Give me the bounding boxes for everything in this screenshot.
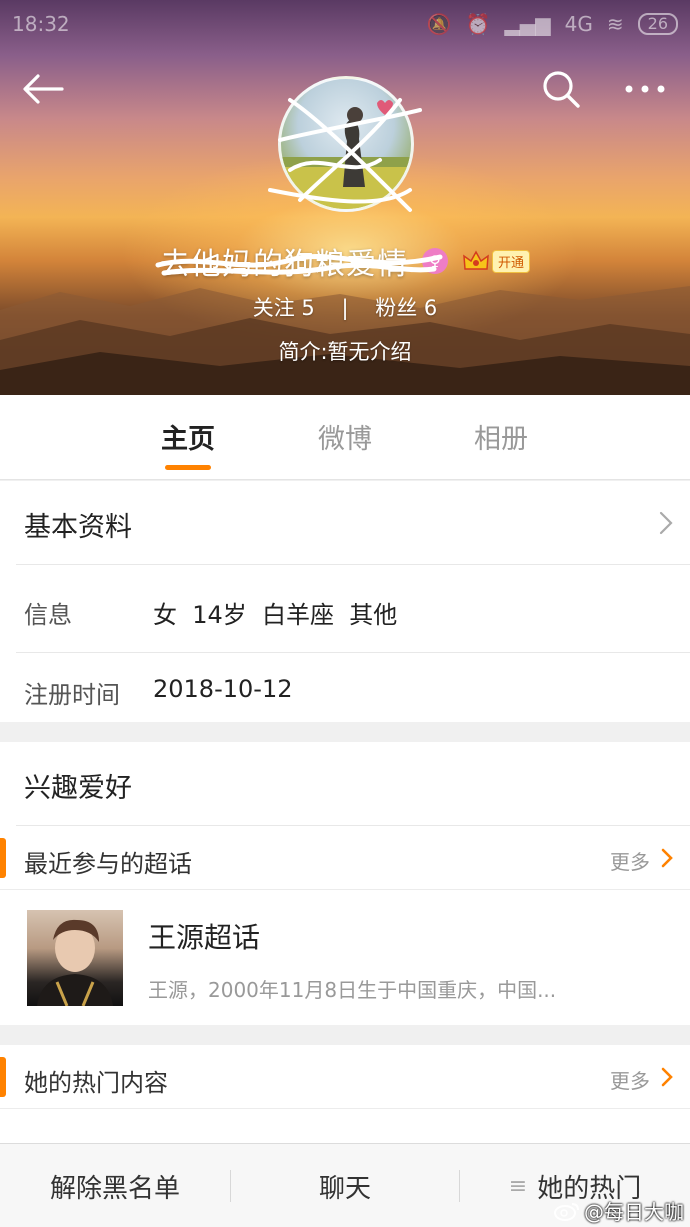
status-bar: 18:32 🔕 ⏰ ▂▄▆ 4G ≋ 26 <box>0 0 690 48</box>
alarm-icon: ⏰ <box>465 12 491 36</box>
tab-album[interactable]: 相册 <box>474 417 528 456</box>
stat-separator: | <box>341 296 349 320</box>
wifi-icon: ≋ <box>606 12 624 36</box>
menu-icon: ≡ <box>508 1173 528 1199</box>
super-topic-desc: 王源，2000年11月8日生于中国重庆，中国... <box>148 978 557 1002</box>
header-mountains <box>0 286 690 395</box>
avatar-scribble <box>268 98 422 212</box>
register-row: 注册时间 2018-10-12 <box>16 653 690 722</box>
basic-info-header[interactable]: 基本资料 <box>16 481 690 565</box>
interests-title: 兴趣爱好 <box>24 773 132 804</box>
section-accent-bar <box>0 1057 6 1097</box>
status-time: 18:32 <box>12 12 70 36</box>
super-topic-name[interactable]: 王源超话 <box>148 916 260 956</box>
mute-icon: 🔕 <box>426 12 452 36</box>
network-type: 4G <box>564 12 593 36</box>
vip-badge[interactable]: 开通 <box>462 249 530 273</box>
super-topics-header[interactable]: 最近参与的超话 更多 <box>0 826 690 890</box>
crown-icon <box>463 250 489 270</box>
chat-button[interactable]: 聊天 <box>231 1144 459 1227</box>
unblock-button[interactable]: 解除黑名单 <box>0 1144 230 1227</box>
register-value: 2018-10-12 <box>153 675 293 703</box>
search-icon[interactable] <box>538 66 584 112</box>
weibo-logo-icon <box>554 1202 579 1221</box>
username-scribble <box>155 254 443 276</box>
chevron-right-icon <box>659 511 673 535</box>
info-value: 女 14岁 白羊座 其他 <box>153 601 398 629</box>
hot-content-header[interactable]: 她的热门内容 更多 <box>0 1045 690 1109</box>
signal-icon: ▂▄▆ <box>504 12 551 36</box>
hot-content-title: 她的热门内容 <box>24 1069 168 1097</box>
info-row: 信息 女 14岁 白羊座 其他 <box>16 565 690 653</box>
profile-bio: 简介:暂无介绍 <box>278 340 412 364</box>
more-dots-icon[interactable] <box>622 66 668 112</box>
active-tab-indicator <box>165 465 211 470</box>
back-arrow-icon[interactable] <box>20 66 66 112</box>
username[interactable]: 去他妈的狗粮爱情 <box>155 239 443 283</box>
chevron-right-icon[interactable] <box>660 847 674 869</box>
vip-open-label: 开通 <box>491 249 530 273</box>
chevron-right-icon[interactable] <box>660 1066 674 1088</box>
profile-header: 18:32 🔕 ⏰ ▂▄▆ 4G ≋ 26 去他妈的狗粮爱情 ♀ 开通 关注 5… <box>0 0 690 395</box>
register-label: 注册时间 <box>24 681 120 709</box>
super-topic-thumbnail[interactable] <box>27 910 123 1006</box>
watermark: @每日大咖 <box>554 1196 684 1225</box>
tab-home[interactable]: 主页 <box>161 417 215 456</box>
basic-info-card: 基本资料 信息 女 14岁 白羊座 其他 注册时间 2018-10-12 <box>0 481 690 722</box>
battery-indicator: 26 <box>637 13 678 35</box>
super-topics-more[interactable]: 更多 <box>610 846 650 875</box>
super-topics-title: 最近参与的超话 <box>24 850 192 878</box>
hot-content-card: 她的热门内容 更多 <box>0 1045 690 1143</box>
following-stat[interactable]: 关注 5 <box>253 296 315 320</box>
basic-info-title: 基本资料 <box>24 512 132 543</box>
follow-stats: 关注 5 | 粉丝 6 <box>0 292 690 322</box>
followers-stat[interactable]: 粉丝 6 <box>375 296 437 320</box>
hot-content-more[interactable]: 更多 <box>610 1065 650 1094</box>
profile-tabs: 主页 微博 相册 <box>0 395 690 480</box>
tab-weibo[interactable]: 微博 <box>318 417 372 456</box>
username-row: 去他妈的狗粮爱情 ♀ 开通 <box>0 238 690 284</box>
interests-header: 兴趣爱好 <box>16 742 690 826</box>
info-label: 信息 <box>24 601 72 629</box>
